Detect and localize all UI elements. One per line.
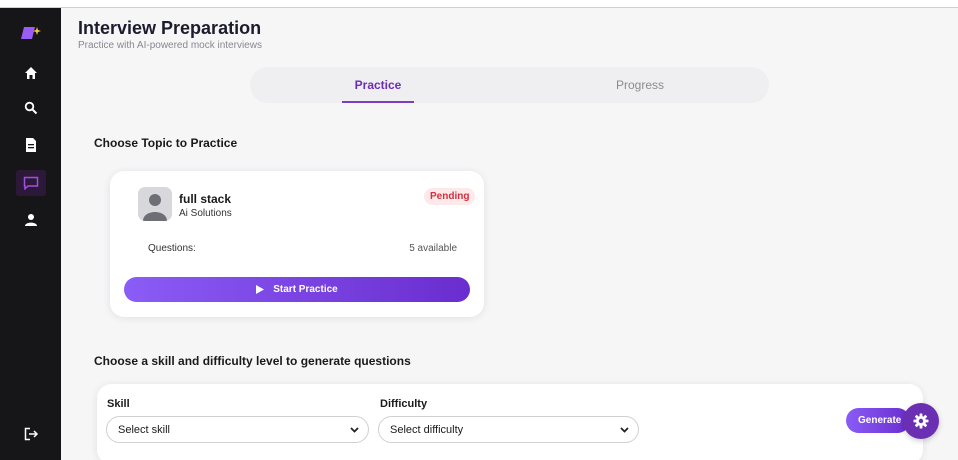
difficulty-select-value: Select difficulty — [390, 423, 464, 436]
tab-practice[interactable]: Practice — [342, 67, 414, 103]
start-practice-button[interactable]: Start Practice — [124, 277, 470, 302]
sidebar — [0, 8, 61, 460]
difficulty-label: Difficulty — [380, 398, 428, 410]
generate-button[interactable]: Generate — [846, 408, 910, 433]
main-content: Interview Preparation Practice with AI-p… — [61, 8, 958, 460]
difficulty-select[interactable]: Select difficulty — [378, 416, 639, 443]
page-subtitle: Practice with AI-powered mock interviews — [78, 40, 262, 51]
play-icon — [256, 285, 265, 294]
logo-icon[interactable] — [16, 20, 46, 46]
skill-select-value: Select skill — [118, 423, 170, 436]
document-icon[interactable] — [16, 132, 46, 158]
page-title: Interview Preparation — [78, 18, 262, 38]
topics-heading: Choose Topic to Practice — [94, 136, 238, 150]
questions-count: 5 available — [409, 243, 457, 254]
topic-company: Ai Solutions — [179, 208, 232, 219]
avatar — [138, 187, 172, 221]
user-icon[interactable] — [16, 207, 46, 233]
chevron-down-icon — [350, 427, 359, 433]
chat-icon[interactable] — [16, 170, 46, 196]
tab-bar: Practice Progress — [250, 67, 769, 103]
logout-icon[interactable] — [16, 421, 46, 447]
top-border — [0, 0, 958, 8]
topic-card: full stack Ai Solutions Pending Question… — [110, 171, 484, 317]
home-icon[interactable] — [16, 60, 46, 86]
generate-card: Skill Select skill Difficulty Select dif… — [97, 384, 923, 460]
topic-title: full stack — [179, 192, 232, 206]
generate-heading: Choose a skill and difficulty level to g… — [94, 354, 411, 368]
status-badge: Pending — [424, 188, 476, 205]
start-practice-label: Start Practice — [273, 284, 338, 295]
skill-label: Skill — [107, 398, 130, 410]
search-icon[interactable] — [16, 95, 46, 121]
settings-fab[interactable] — [903, 403, 939, 439]
tab-progress[interactable]: Progress — [605, 67, 675, 103]
chevron-down-icon — [620, 427, 629, 433]
questions-label: Questions: — [148, 243, 196, 254]
skill-select[interactable]: Select skill — [106, 416, 369, 443]
gear-icon — [913, 413, 929, 429]
